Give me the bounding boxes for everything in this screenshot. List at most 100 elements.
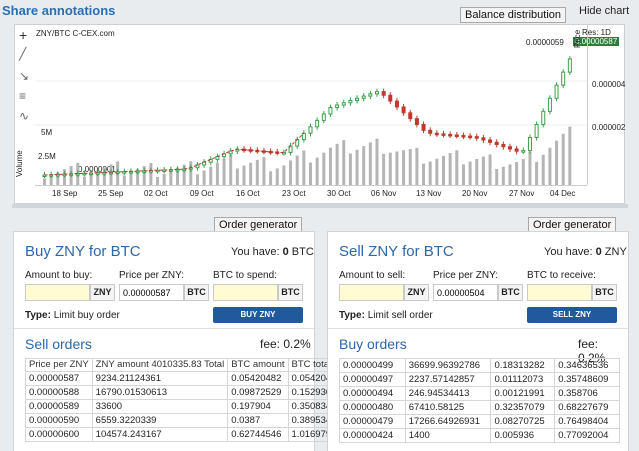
candle xyxy=(428,129,433,134)
volume-bar xyxy=(561,133,565,185)
candle xyxy=(567,58,572,73)
volume-bar xyxy=(481,156,485,185)
buy-title: Buy ZNY for BTC xyxy=(25,243,141,260)
amount-to-sell-field[interactable] xyxy=(339,284,404,301)
amount-to-buy-field[interactable] xyxy=(25,284,90,301)
volume-bar xyxy=(189,161,193,185)
chart-plot-area xyxy=(35,56,587,185)
table-row[interactable]: 0.00000480 67410.58125 0.32357079 0.6822767… xyxy=(339,400,620,415)
volume-bar xyxy=(408,149,412,185)
total-unit: BTC xyxy=(592,284,617,301)
btc-to-receive-label: BTC to receive: xyxy=(527,270,596,281)
volume-bar xyxy=(282,165,286,185)
balance-distribution-button[interactable]: Balance distribution xyxy=(460,7,567,23)
table-row[interactable]: 0.00000497 2237.57142857 0.01112073 0.35748… xyxy=(339,372,620,387)
volume-axis-label: Volume xyxy=(15,150,24,177)
x-tick: 04 Dec xyxy=(550,189,576,198)
candle xyxy=(414,118,419,125)
candle xyxy=(328,107,333,115)
volume-bar xyxy=(262,157,266,185)
candle xyxy=(521,150,526,153)
buy-zny-button[interactable]: BUY ZNY xyxy=(213,307,303,323)
crosshair-icon[interactable]: + xyxy=(19,27,27,43)
volume-bar xyxy=(422,163,426,185)
candle xyxy=(315,119,320,128)
candles xyxy=(42,56,572,178)
trendline-icon[interactable]: ╱ xyxy=(19,47,26,61)
candle xyxy=(375,91,379,95)
table-row[interactable]: 0.00000424 1400 0.005936 0.77092004 xyxy=(339,428,620,443)
amount-to-sell-input[interactable] xyxy=(340,285,403,300)
price-tick-2: 0.000002 xyxy=(592,123,626,132)
volume-bar xyxy=(475,158,479,185)
btc-to-spend-input[interactable] xyxy=(214,285,277,300)
amount-to-buy-input[interactable] xyxy=(26,285,89,300)
volume-bar xyxy=(302,150,306,185)
btc-to-receive-field[interactable] xyxy=(527,284,592,301)
volume-bar xyxy=(82,176,86,185)
volume-bar xyxy=(461,164,465,185)
table-row[interactable]: 0.00000479 17266.64926931 0.08270725 0.7649… xyxy=(339,414,620,429)
candle xyxy=(301,132,306,141)
candle xyxy=(488,139,493,143)
volume-bar xyxy=(368,142,372,185)
volume-bar xyxy=(215,162,219,185)
buy-panel: Buy ZNY for BTC You have: 0 BTC Amount t… xyxy=(13,231,386,451)
candle xyxy=(401,106,406,114)
column-header[interactable]: Price per ZNY xyxy=(25,358,93,372)
volume-bar xyxy=(209,166,213,185)
volume-bar xyxy=(428,161,432,185)
candle xyxy=(335,104,340,109)
x-tick: 06 Nov xyxy=(371,189,397,198)
volume-bar xyxy=(435,158,439,185)
candle xyxy=(388,94,393,102)
hide-chart-link[interactable]: Hide chart xyxy=(579,5,629,17)
candle xyxy=(361,95,366,99)
table-row[interactable]: 0.00000499 36699.96392786 0.18313282 0.3463… xyxy=(339,358,620,373)
candle xyxy=(474,136,479,139)
volume-bar xyxy=(295,155,299,185)
amount-to-sell-label: Amount to sell: xyxy=(339,270,406,281)
candle xyxy=(421,123,426,131)
btc-to-spend-field[interactable] xyxy=(213,284,278,301)
price-unit: BTC xyxy=(184,284,209,301)
amount-to-buy-label: Amount to buy: xyxy=(25,270,93,281)
volume-bar xyxy=(229,155,233,185)
volume-bar xyxy=(348,153,352,185)
sell-zny-button[interactable]: SELL ZNY xyxy=(527,307,617,323)
volume-bar xyxy=(289,160,293,185)
buy-price-field[interactable] xyxy=(119,284,184,301)
sell-orders-title: Sell orders xyxy=(25,336,92,352)
x-tick: 13 Nov xyxy=(416,189,442,198)
volume-bar xyxy=(275,168,279,185)
volume-bar xyxy=(269,171,273,185)
btc-to-receive-input[interactable] xyxy=(528,285,591,300)
candle xyxy=(514,148,519,152)
column-header[interactable]: BTC amount xyxy=(227,358,289,372)
buy-orders-table: 0.00000499 36699.96392786 0.18313282 0.3463… xyxy=(339,358,620,443)
sell-title: Sell ZNY for BTC xyxy=(339,243,454,260)
volume-bar xyxy=(162,173,166,185)
wave-icon[interactable]: ∿ xyxy=(19,109,29,123)
x-tick: 25 Sep xyxy=(98,189,124,198)
candle xyxy=(561,71,566,86)
price-chart[interactable]: + ╱ ↘ ≡ ∿ ZNY/BTC C-CEX.com Res: 1D 0.00… xyxy=(14,24,625,204)
volume-bar xyxy=(149,163,153,185)
price-per-zny-label: Price per ZNY: xyxy=(119,270,185,281)
table-row[interactable]: 0.00000494 246.94534413 0.00121991 0.358706 xyxy=(339,386,620,401)
candle xyxy=(408,112,413,120)
price-tick-4: 0.000004 xyxy=(592,80,626,89)
volume-bar xyxy=(309,162,312,185)
sell-price-field[interactable] xyxy=(433,284,498,301)
fibonacci-icon[interactable]: ≡ xyxy=(19,89,26,103)
arrow-icon[interactable]: ↘ xyxy=(19,69,29,83)
candle xyxy=(534,123,539,139)
candle xyxy=(228,150,233,155)
candle xyxy=(441,133,446,136)
volume-bar xyxy=(521,158,525,185)
column-header[interactable]: ZNY amount 4010335.83 Total xyxy=(91,358,229,372)
sell-price-input[interactable] xyxy=(434,285,497,300)
volume-bar xyxy=(488,154,492,185)
x-tick: 27 Nov xyxy=(509,189,535,198)
buy-price-input[interactable] xyxy=(120,285,183,300)
